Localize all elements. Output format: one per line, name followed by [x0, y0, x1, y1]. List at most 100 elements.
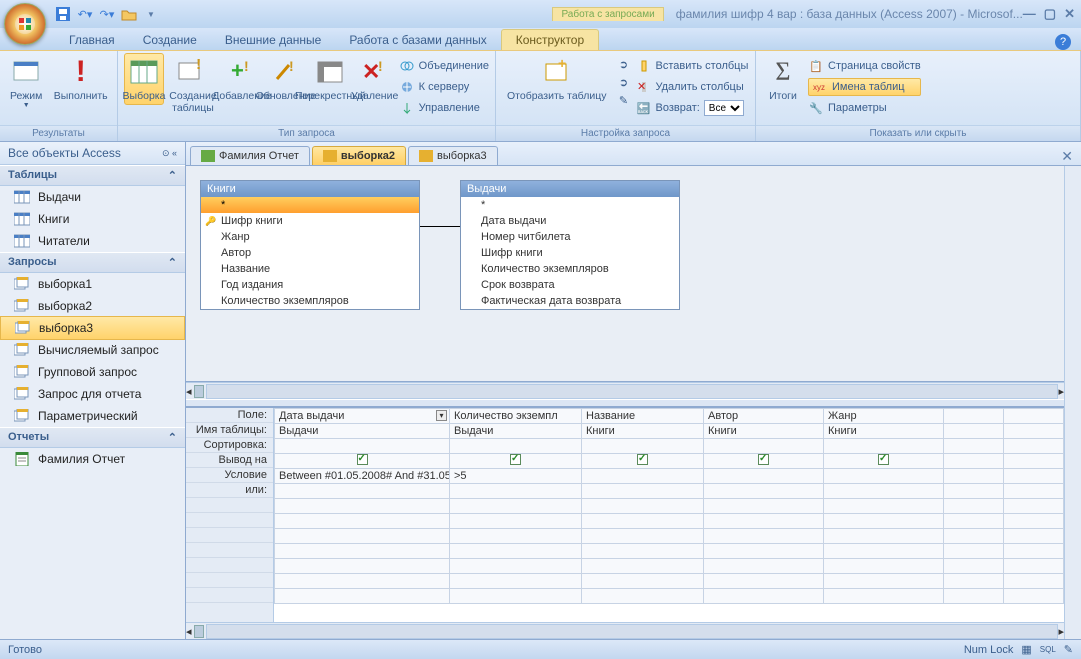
nav-query-item[interactable]: Параметрический [0, 405, 185, 427]
table-box-vydachi[interactable]: Выдачи*Дата выдачиНомер читбилетаШифр кн… [460, 180, 680, 310]
nav-report-item[interactable]: Фамилия Отчет [0, 448, 185, 470]
table-names-button[interactable]: xyzИмена таблиц [808, 78, 921, 96]
select-query-button[interactable]: Выборка [124, 53, 164, 105]
contextual-tab-label: Работа с запросами [552, 7, 663, 21]
table-field[interactable]: Фактическая дата возврата [461, 293, 679, 309]
table-field[interactable]: Дата выдачи [461, 213, 679, 229]
passthrough-button[interactable]: К серверу [399, 78, 489, 96]
delete-rows-button[interactable]: ➲ [615, 73, 631, 91]
table-field[interactable]: Количество экземпляров [461, 261, 679, 277]
property-sheet-button[interactable]: 📋Страница свойств [808, 57, 921, 75]
grid-scroll[interactable]: ◂▸ [186, 622, 1064, 639]
nav-query-item[interactable]: Запрос для отчета [0, 383, 185, 405]
doc-tab[interactable]: Фамилия Отчет [190, 146, 310, 165]
navigation-pane: Все объекты Access⊙ « Таблицы⌃ ВыдачиКни… [0, 142, 186, 639]
qbe-row-labels: Поле:Имя таблицы:Сортировка:Вывод на экр… [186, 408, 274, 622]
table-field[interactable]: Год издания [201, 277, 419, 293]
svg-text:!: ! [244, 59, 249, 74]
table-field[interactable]: * [201, 197, 419, 213]
canvas-scroll[interactable]: ◂▸ [186, 382, 1064, 399]
svg-text:!: ! [378, 59, 383, 74]
ribbon: Режим▼ !Выполнить Результаты Выборка !Со… [0, 50, 1081, 142]
status-text: Готово [8, 644, 42, 656]
document-tabs: Фамилия Отчет выборка2 выборка3 ✕ [186, 142, 1081, 166]
nav-table-item[interactable]: Выдачи [0, 186, 185, 208]
nav-table-item[interactable]: Читатели [0, 230, 185, 252]
table-field[interactable]: Шифр книги [461, 245, 679, 261]
minimize-button[interactable]: — [1023, 6, 1036, 22]
save-icon[interactable] [55, 6, 71, 22]
nav-query-item[interactable]: выборка1 [0, 273, 185, 295]
chevron-down-icon[interactable]: ⊙ « [162, 148, 177, 159]
undo-icon[interactable]: ↶▾ [77, 6, 93, 22]
insert-cols-button[interactable]: Вставить столбцы [635, 57, 748, 75]
crosstab-button[interactable]: Перекрестный [310, 53, 351, 105]
maketable-button[interactable]: !Создание таблицы [168, 53, 218, 117]
nav-group-tables[interactable]: Таблицы⌃ [0, 165, 185, 186]
help-icon[interactable]: ? [1055, 34, 1071, 50]
table-field[interactable]: Жанр [201, 229, 419, 245]
tab-create[interactable]: Создание [129, 30, 211, 50]
view-sql-icon[interactable]: SQL [1040, 645, 1056, 654]
table-field[interactable]: 🔑Шифр книги [201, 213, 419, 229]
table-field[interactable]: Срок возврата [461, 277, 679, 293]
office-button[interactable] [4, 3, 46, 45]
return-row[interactable]: 🔙Возврат: Все [635, 99, 748, 117]
table-box-knigi[interactable]: Книги*🔑Шифр книгиЖанрАвторНазваниеГод из… [200, 180, 420, 310]
tab-design[interactable]: Конструктор [501, 29, 599, 50]
relationship-canvas[interactable]: Книги*🔑Шифр книгиЖанрАвторНазваниеГод из… [186, 166, 1064, 382]
doc-tab[interactable]: выборка2 [312, 146, 406, 165]
table-field[interactable]: Автор [201, 245, 419, 261]
maximize-button[interactable]: ▢ [1044, 6, 1056, 22]
table-field[interactable]: Название [201, 261, 419, 277]
view-datasheet-icon[interactable]: ▦ [1021, 643, 1031, 656]
qbe-grid: Поле:Имя таблицы:Сортировка:Вывод на экр… [186, 407, 1064, 622]
nav-query-item[interactable]: выборка3 [0, 316, 185, 340]
open-icon[interactable] [121, 6, 137, 22]
view-button[interactable]: Режим▼ [6, 53, 46, 113]
delete-query-button[interactable]: ✕!Удаление [355, 53, 395, 105]
totals-button[interactable]: ΣИтоги [762, 53, 804, 105]
splitter[interactable] [186, 399, 1064, 407]
statusbar: Готово Num Lock ▦ SQL ✎ [0, 639, 1081, 659]
parameters-button[interactable]: 🔧Параметры [808, 99, 921, 117]
table-field[interactable]: Количество экземпляров [201, 293, 419, 309]
view-design-icon[interactable]: ✎ [1064, 643, 1073, 656]
qat-more-icon[interactable]: ▼ [143, 6, 159, 22]
vertical-scrollbar[interactable] [1064, 166, 1081, 639]
ribbon-tabs: Главная Создание Внешние данные Работа с… [0, 28, 1081, 50]
show-table-button[interactable]: +Отобразить таблицу [502, 53, 611, 105]
tab-home[interactable]: Главная [55, 30, 129, 50]
qbe-table[interactable]: Дата выдачи▾Количество экземплНазваниеАв… [274, 408, 1064, 604]
tab-external[interactable]: Внешние данные [211, 30, 336, 50]
redo-icon[interactable]: ↷▾ [99, 6, 115, 22]
window-title: фамилия шифр 4 вар : база данных (Access… [676, 7, 1023, 21]
join-line[interactable] [420, 226, 460, 227]
nav-query-item[interactable]: Групповой запрос [0, 361, 185, 383]
table-field[interactable]: Номер читбилета [461, 229, 679, 245]
nav-table-item[interactable]: Книги [0, 208, 185, 230]
close-button[interactable]: ✕ [1064, 6, 1075, 22]
insert-rows-button[interactable]: ➲ [615, 55, 631, 73]
doc-tab[interactable]: выборка3 [408, 146, 498, 165]
nav-header[interactable]: Все объекты Access⊙ « [0, 142, 185, 165]
nav-group-reports[interactable]: Отчеты⌃ [0, 427, 185, 448]
svg-text:xyz: xyz [813, 83, 825, 92]
delete-cols-button[interactable]: ✕Удалить столбцы [635, 78, 748, 96]
table-field[interactable]: * [461, 197, 679, 213]
run-button[interactable]: !Выполнить [50, 53, 111, 105]
svg-text:+: + [558, 58, 566, 71]
union-button[interactable]: Объединение [399, 57, 489, 75]
return-select[interactable]: Все [704, 100, 744, 116]
workspace: Фамилия Отчет выборка2 выборка3 ✕ Книги*… [186, 142, 1081, 639]
svg-text:!: ! [196, 59, 201, 73]
nav-query-item[interactable]: выборка2 [0, 295, 185, 317]
numlock-indicator: Num Lock [964, 644, 1014, 656]
nav-query-item[interactable]: Вычисляемый запрос [0, 339, 185, 361]
datadef-button[interactable]: Управление [399, 99, 489, 117]
nav-group-queries[interactable]: Запросы⌃ [0, 252, 185, 273]
svg-text:!: ! [289, 59, 294, 74]
close-tab-icon[interactable]: ✕ [1053, 148, 1081, 165]
builder-button[interactable]: ✎ [615, 91, 631, 109]
tab-dbtools[interactable]: Работа с базами данных [335, 30, 500, 50]
